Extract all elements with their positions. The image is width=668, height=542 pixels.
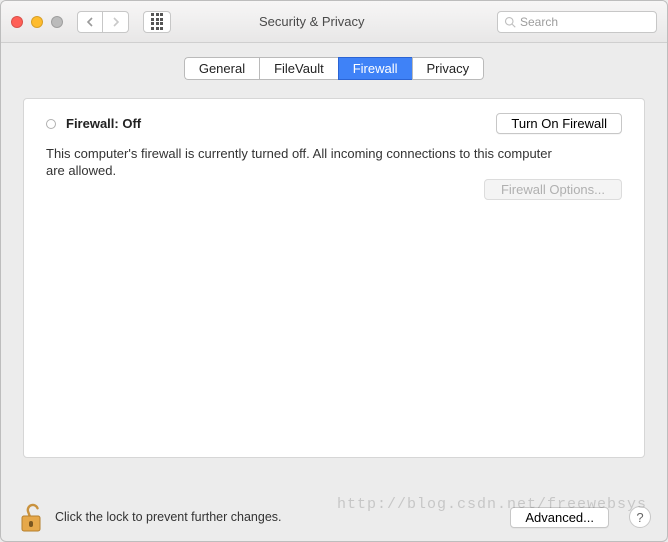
search-placeholder: Search <box>520 15 558 29</box>
firewall-status-row: Firewall: Off Turn On Firewall <box>46 113 622 134</box>
firewall-description: This computer's firewall is currently tu… <box>46 146 566 180</box>
unlocked-padlock-icon <box>18 502 44 534</box>
chevron-left-icon <box>86 17 94 27</box>
back-button[interactable] <box>77 11 103 33</box>
preferences-window: Security & Privacy Search General FileVa… <box>0 0 668 542</box>
advanced-button[interactable]: Advanced... <box>510 507 609 528</box>
status-indicator-icon <box>46 119 56 129</box>
tab-filevault[interactable]: FileVault <box>259 57 338 80</box>
titlebar: Security & Privacy Search <box>1 1 667 43</box>
firewall-status-label: Firewall: Off <box>66 116 141 131</box>
tab-privacy[interactable]: Privacy <box>412 57 485 80</box>
zoom-window-button[interactable] <box>51 16 63 28</box>
window-controls <box>11 16 63 28</box>
grid-icon <box>151 13 163 30</box>
lock-button[interactable] <box>17 500 45 534</box>
footer: Click the lock to prevent further change… <box>1 493 667 541</box>
close-window-button[interactable] <box>11 16 23 28</box>
tab-general[interactable]: General <box>184 57 259 80</box>
content-area: General FileVault Firewall Privacy Firew… <box>1 43 667 491</box>
window-title: Security & Privacy <box>259 14 364 29</box>
show-all-button[interactable] <box>143 11 171 33</box>
tab-bar: General FileVault Firewall Privacy <box>184 57 484 80</box>
firewall-options-button: Firewall Options... <box>484 179 622 200</box>
chevron-right-icon <box>112 17 120 27</box>
tab-firewall[interactable]: Firewall <box>338 57 412 80</box>
forward-button[interactable] <box>103 11 129 33</box>
minimize-window-button[interactable] <box>31 16 43 28</box>
turn-on-firewall-button[interactable]: Turn On Firewall <box>496 113 622 134</box>
firewall-pane: Firewall: Off Turn On Firewall This comp… <box>23 98 645 458</box>
nav-back-forward <box>77 11 129 33</box>
lock-hint-text: Click the lock to prevent further change… <box>55 510 282 524</box>
help-button[interactable]: ? <box>629 506 651 528</box>
search-icon <box>504 16 516 28</box>
search-field[interactable]: Search <box>497 11 657 33</box>
